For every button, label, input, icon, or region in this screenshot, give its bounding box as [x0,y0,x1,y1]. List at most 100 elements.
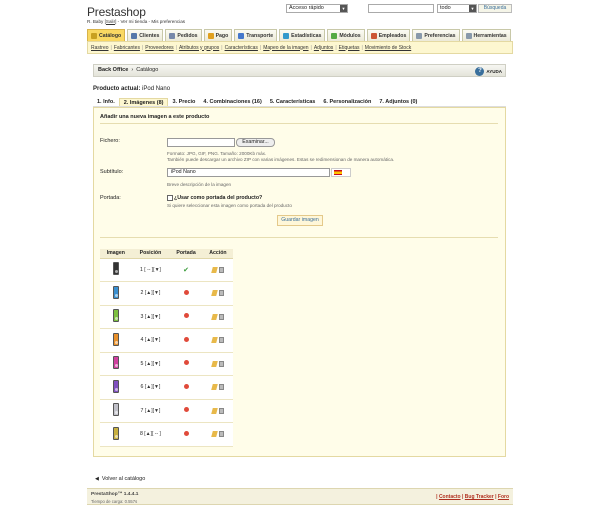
edit-icon[interactable] [211,384,218,391]
set-cover-icon[interactable] [183,383,189,389]
file-input[interactable] [167,138,235,147]
search-scope-select[interactable]: todo ▼ [437,4,477,13]
product-tab[interactable]: 5. Características [266,98,320,106]
position-arrows[interactable]: [▲][▼] [145,361,160,367]
edit-icon[interactable] [211,266,218,273]
product-thumbnail[interactable] [112,309,119,323]
position-arrows[interactable]: [▲][▼] [145,337,160,343]
help-label: AYUDA [486,69,502,74]
product-thumbnail[interactable] [112,426,119,440]
logout-link[interactable]: Salir [106,19,115,24]
tab-label: Clientes [139,32,160,39]
subtitle-input[interactable]: iPod Nano [167,168,330,177]
delete-icon[interactable] [218,384,224,391]
position-cell: 7 [▲][▼] [131,399,170,423]
preferences-link[interactable]: Mis preferencias [151,19,185,24]
delete-icon[interactable] [218,360,224,367]
tab-customers[interactable]: Clientes [127,29,164,41]
subtab-link[interactable]: Adjuntos [314,45,333,51]
tab-shipping[interactable]: Transporte [234,29,278,41]
cover-checkbox[interactable] [167,195,173,201]
product-thumbnail[interactable] [112,262,119,276]
product-tab[interactable]: 4. Combinaciones (16) [199,98,265,106]
delete-icon[interactable] [218,266,224,273]
position-arrows[interactable]: [▲][▼] [145,384,160,390]
footer-link[interactable]: Foro [498,494,509,500]
tab-orders[interactable]: Pedidos [165,29,202,41]
save-image-button[interactable]: Guardar imagen [277,215,323,226]
column-header: Portada [169,249,203,259]
subtab-link[interactable]: Fabricantes [114,45,140,51]
position-arrows[interactable]: [ -- ][▼] [144,267,161,273]
product-thumbnail[interactable] [112,379,119,393]
separator: | [110,44,112,51]
subtab-link[interactable]: Etiquetas [339,45,360,51]
footer-link[interactable]: Bug Tracker [465,494,494,500]
delete-icon[interactable] [218,290,224,297]
tab-preferences[interactable]: Preferencias [412,29,460,41]
tab-employees[interactable]: Empleados [366,29,411,41]
subtab-link[interactable]: Movimiento de Stock [365,45,411,51]
tab-payment[interactable]: Pago [203,29,233,41]
set-cover-icon[interactable] [183,407,189,413]
position-arrows[interactable]: [▲][▼] [145,314,160,320]
chevron-down-icon: ▼ [469,5,476,12]
set-cover-icon[interactable] [183,430,189,436]
search-button[interactable]: Búsqueda [478,4,512,13]
delete-icon[interactable] [218,407,224,414]
position-arrows[interactable]: [▲][▼] [145,408,160,414]
browse-button[interactable]: Examinar... [236,138,275,147]
back-to-catalog-link[interactable]: ◀ Volver al catálogo [95,476,145,482]
image-cell [100,328,132,353]
set-cover-icon[interactable] [183,313,189,319]
product-thumbnail[interactable] [112,403,119,417]
edit-icon[interactable] [211,290,218,297]
product-tab[interactable]: 3. Precio [168,98,199,106]
product-thumbnail[interactable] [112,285,119,299]
edit-icon[interactable] [211,360,218,367]
product-label: Producto actual: [93,86,141,92]
app-logo[interactable]: Prestashop [87,5,146,19]
edit-icon[interactable] [211,337,218,344]
tab-catalog[interactable]: Catálogo [87,29,126,41]
position-number: 2 [140,290,144,297]
tab-stats[interactable]: Estadísticas [279,29,326,41]
delete-icon[interactable] [218,337,224,344]
view-store-link[interactable]: Ver mi tienda [120,19,147,24]
image-cell [100,352,132,376]
breadcrumb: Back Office › Catálogo ? AYUDA [93,64,506,77]
help-button[interactable]: ? AYUDA [475,66,502,77]
set-cover-icon[interactable] [183,289,189,295]
separator: | [310,44,312,51]
search-input[interactable] [368,4,434,13]
cover-checkbox-label[interactable]: ¿Usar como portada del producto? [174,195,262,201]
set-cover-icon[interactable] [183,360,189,366]
quick-access-select[interactable]: Acceso rápido ▼ [286,4,348,13]
breadcrumb-root[interactable]: Back Office [98,67,128,73]
tab-modules[interactable]: Módulos [327,29,365,41]
subtab-link[interactable]: Características [225,45,258,51]
product-thumbnail[interactable] [112,356,119,370]
edit-icon[interactable] [211,313,218,320]
product-thumbnail[interactable] [112,332,119,346]
edit-icon[interactable] [211,431,218,438]
form-title: Añadir una nueva imagen a este producto [100,114,210,120]
position-number: 7 [140,407,144,414]
tab-tools[interactable]: Herramientas [461,29,511,41]
product-tab[interactable]: 6. Personalización [319,98,375,106]
separator: | [361,44,363,51]
product-tab[interactable]: 2. Imágenes (8) [118,98,169,106]
subtab-link[interactable]: Mapeo de la imagen [263,45,308,51]
footer-link[interactable]: Contacto [439,494,461,500]
set-cover-icon[interactable] [183,336,189,342]
subtab-link[interactable]: Atributos y grupos [179,45,219,51]
position-arrows[interactable]: [▲][▼] [145,290,160,296]
subtab-link[interactable]: Proveedores [145,45,173,51]
edit-icon[interactable] [211,407,218,414]
position-arrows[interactable]: [▲][ -- ] [144,431,161,437]
product-tab[interactable]: 7. Adjuntos (0) [375,98,421,106]
product-tab[interactable]: 1. Info. [93,98,119,106]
delete-icon[interactable] [218,431,224,438]
subtab-link[interactable]: Rastreo [91,45,109,51]
delete-icon[interactable] [218,313,224,320]
